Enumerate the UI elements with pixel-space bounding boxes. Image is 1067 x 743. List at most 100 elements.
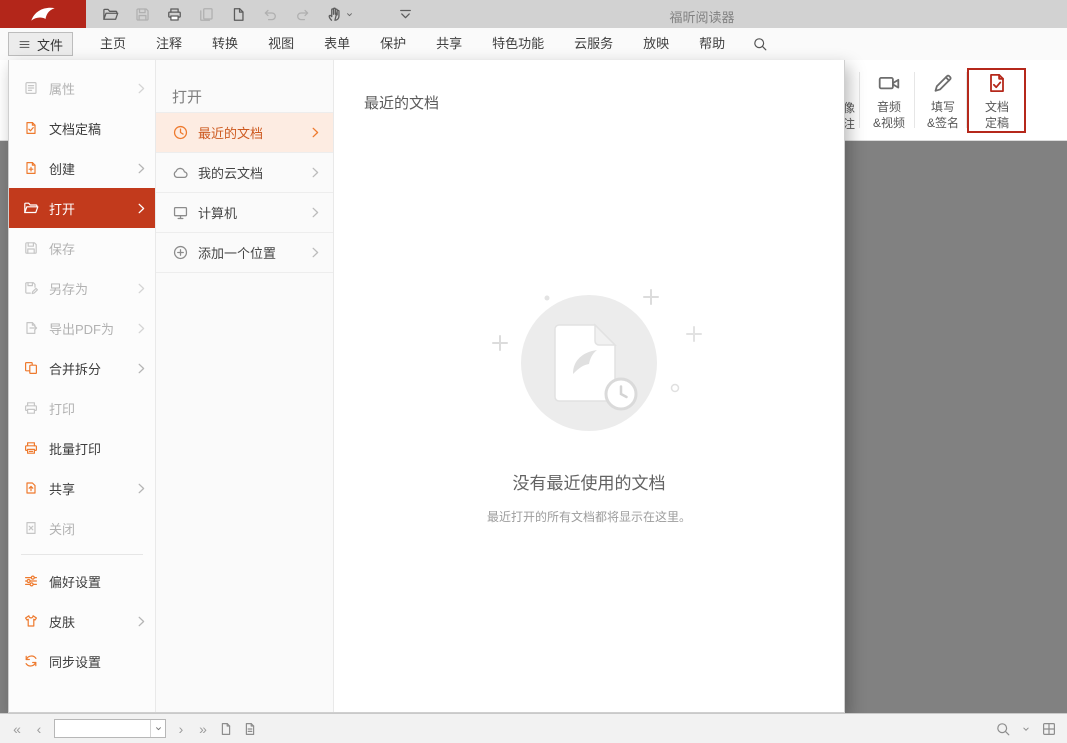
chevron-right-icon <box>138 363 145 374</box>
page-number-input[interactable] <box>55 720 150 737</box>
item-label: 打印 <box>49 399 145 418</box>
menu-tab-comment[interactable]: 注释 <box>141 28 197 60</box>
skin-icon <box>23 613 39 629</box>
menu-tab-form[interactable]: 表单 <box>309 28 365 60</box>
continuous-view-icon[interactable] <box>242 721 258 737</box>
ribbon-separator <box>914 72 915 128</box>
last-page-button[interactable]: » <box>196 721 210 737</box>
page-number-combobox[interactable] <box>54 719 166 738</box>
save-icon[interactable] <box>134 6 151 23</box>
save-as-icon <box>23 280 39 296</box>
open-submenu-item-cloud-documents[interactable]: 我的云文档 <box>156 153 333 193</box>
file-menu-item-doc-finalize[interactable]: 文档定稿 <box>9 108 155 148</box>
open-submenu-item-computer[interactable]: 计算机 <box>156 193 333 233</box>
page-combobox-caret[interactable] <box>150 720 165 737</box>
hand-tool-button[interactable] <box>326 6 354 23</box>
ribbon-button-fill-sign[interactable]: 填写 &签名 <box>916 60 970 131</box>
file-menu-item-skin[interactable]: 皮肤 <box>9 601 155 641</box>
item-label: 另存为 <box>49 279 128 298</box>
open-submenu-item-recent-documents[interactable]: 最近的文档 <box>156 113 333 153</box>
hand-tool-icon <box>326 6 343 23</box>
menu-tab-slideshow[interactable]: 放映 <box>628 28 684 60</box>
item-label: 共享 <box>49 479 128 498</box>
file-menu-panel: 属性 文档定稿 创建 打开 保存 另 <box>8 60 845 713</box>
redo-icon[interactable] <box>294 6 311 23</box>
customize-toolbar-icon[interactable] <box>397 6 414 23</box>
file-menu-item-create[interactable]: 创建 <box>9 148 155 188</box>
chevron-right-icon <box>138 323 145 334</box>
ribbon-cut-group: 像 注 <box>843 100 858 132</box>
undo-icon[interactable] <box>262 6 279 23</box>
empty-state-title: 没有最近使用的文档 <box>334 469 844 494</box>
item-label: 打开 <box>49 199 128 218</box>
file-menu-item-print[interactable]: 打印 <box>9 388 155 428</box>
chevron-right-icon <box>312 207 319 218</box>
print-icon[interactable] <box>166 6 183 23</box>
menu-tab-cloud-service[interactable]: 云服务 <box>559 28 628 60</box>
menu-tab-convert[interactable]: 转换 <box>197 28 253 60</box>
pane-title: 最近的文档 <box>334 60 844 113</box>
prev-page-button[interactable]: ‹ <box>32 721 46 737</box>
file-menu-item-export-pdf[interactable]: 导出PDF为 <box>9 308 155 348</box>
file-menu-item-close[interactable]: 关闭 <box>9 508 155 548</box>
chevron-right-icon <box>138 616 145 627</box>
file-menu-item-preferences[interactable]: 偏好设置 <box>9 561 155 601</box>
new-document-icon[interactable] <box>230 6 247 23</box>
file-menu-sidebar: 属性 文档定稿 创建 打开 保存 另 <box>9 60 156 712</box>
file-menu-item-properties[interactable]: 属性 <box>9 68 155 108</box>
open-folder-icon[interactable] <box>102 6 119 23</box>
cloud-icon <box>172 164 189 181</box>
item-label: 关闭 <box>49 519 145 538</box>
item-label: 批量打印 <box>49 439 145 458</box>
empty-state-subtitle: 最近打开的所有文档都将显示在这里。 <box>334 508 844 525</box>
menu-tab-view[interactable]: 视图 <box>253 28 309 60</box>
ribbon-button-audio-video[interactable]: 音频 &视频 <box>862 60 916 131</box>
ribbon-tabs: 主页 注释 转换 视图 表单 保护 共享 特色功能 云服务 放映 帮助 <box>85 28 740 60</box>
file-menu-item-sync-settings[interactable]: 同步设置 <box>9 641 155 681</box>
fit-page-icon[interactable] <box>1041 721 1057 737</box>
combine-split-icon <box>23 360 39 376</box>
file-menu-label: 文件 <box>37 35 63 54</box>
zoom-tool-icon[interactable] <box>995 721 1011 737</box>
app-logo <box>0 0 86 28</box>
search-icon[interactable] <box>752 36 768 52</box>
chevron-right-icon <box>312 167 319 178</box>
menu-tab-help[interactable]: 帮助 <box>684 28 740 60</box>
hamburger-icon <box>18 38 31 51</box>
item-label: 创建 <box>49 159 128 178</box>
menu-tab-home[interactable]: 主页 <box>85 28 141 60</box>
menu-tab-special-features[interactable]: 特色功能 <box>477 28 559 60</box>
item-label: 文档定稿 <box>49 119 145 138</box>
chevron-right-icon <box>138 163 145 174</box>
computer-icon <box>172 204 189 221</box>
create-icon <box>23 160 39 176</box>
status-bar: « ‹ › » <box>0 713 1067 743</box>
file-menu-item-save-as[interactable]: 另存为 <box>9 268 155 308</box>
file-menu-item-save[interactable]: 保存 <box>9 228 155 268</box>
next-page-button[interactable]: › <box>174 721 188 737</box>
caret-down-icon <box>345 10 354 19</box>
file-menu-item-combine-split[interactable]: 合并拆分 <box>9 348 155 388</box>
open-icon <box>23 200 39 216</box>
zoom-caret-icon[interactable] <box>1021 724 1031 734</box>
chevron-right-icon <box>138 203 145 214</box>
sync-icon <box>23 653 39 669</box>
open-submenu-item-add-place[interactable]: 添加一个位置 <box>156 233 333 273</box>
open-submenu-panel: 打开 最近的文档 我的云文档 计算机 <box>156 60 334 712</box>
ribbon-button-doc-finalize[interactable]: 文档 定稿 <box>970 60 1024 131</box>
menu-tab-share[interactable]: 共享 <box>421 28 477 60</box>
file-menu-item-share[interactable]: 共享 <box>9 468 155 508</box>
copy-document-icon[interactable] <box>198 6 215 23</box>
file-menu-item-open[interactable]: 打开 <box>9 188 155 228</box>
item-label: 我的云文档 <box>198 163 303 182</box>
first-page-button[interactable]: « <box>10 721 24 737</box>
file-menu-button[interactable]: 文件 <box>8 32 73 56</box>
menu-tab-protect[interactable]: 保护 <box>365 28 421 60</box>
close-document-icon <box>23 520 39 536</box>
recent-documents-pane: 最近的文档 没有最近使用的文档 最近打开的所有文档都将显示在这里。 <box>334 60 844 712</box>
file-menu-item-batch-print[interactable]: 批量打印 <box>9 428 155 468</box>
video-camera-icon <box>877 71 901 95</box>
single-page-view-icon[interactable] <box>218 721 234 737</box>
app-window: 福昕阅读器 文件 主页 注释 转换 视图 表单 保护 共享 特色功能 云服务 放… <box>0 0 1067 743</box>
item-label: 添加一个位置 <box>198 243 303 262</box>
